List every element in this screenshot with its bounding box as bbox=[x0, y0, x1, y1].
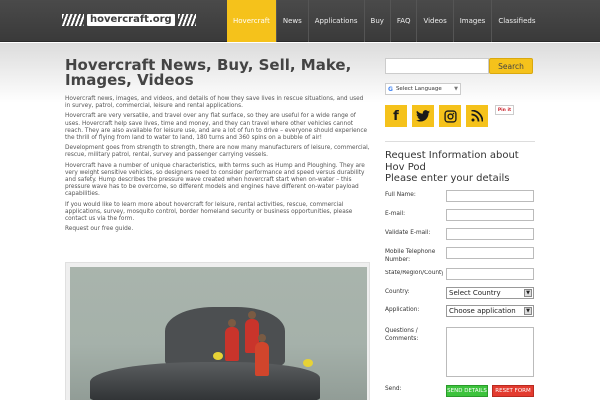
intro-paragraph: Hovercraft news, images, and videos, and… bbox=[65, 96, 364, 110]
google-translate-icon: G bbox=[388, 85, 393, 93]
nav-hovercraft[interactable]: Hovercraft bbox=[227, 0, 276, 42]
form-title-line1: Request Information about Hov Pod bbox=[385, 150, 519, 173]
application-label: Application: bbox=[385, 307, 420, 313]
sidebar: Search G Select Language ▼ f Pin it Requ… bbox=[385, 58, 535, 397]
reset-form-button[interactable]: RESET FORM bbox=[492, 385, 534, 397]
rss-icon[interactable] bbox=[466, 105, 488, 127]
nav-buy[interactable]: Buy bbox=[363, 0, 390, 42]
social-links: f Pin it bbox=[385, 105, 535, 127]
facebook-icon[interactable]: f bbox=[385, 105, 407, 127]
photo-buoy bbox=[303, 359, 313, 367]
hovercraft-photo-frame bbox=[65, 262, 370, 400]
chevron-down-icon: ▼ bbox=[454, 86, 458, 92]
logo-stripes-left bbox=[62, 14, 84, 26]
country-label: Country: bbox=[385, 289, 410, 295]
chevron-down-icon: ▼ bbox=[524, 307, 532, 315]
sidebar-divider bbox=[385, 141, 535, 142]
form-title: Request Information about Hov Pod Please… bbox=[385, 150, 535, 185]
state-field[interactable] bbox=[446, 268, 534, 280]
instagram-icon[interactable] bbox=[439, 105, 461, 127]
development-paragraph: Development goes from strength to streng… bbox=[65, 145, 370, 159]
site-logo[interactable]: hovercraft.org bbox=[62, 12, 196, 28]
full-name-label: Full Name: bbox=[385, 192, 416, 198]
nav-faq[interactable]: FAQ bbox=[389, 0, 417, 42]
top-header: hovercraft.org Hovercraft News Applicati… bbox=[0, 0, 600, 42]
logo-text: hovercraft.org bbox=[87, 14, 175, 26]
country-select-value: Select Country bbox=[449, 289, 501, 297]
nav-applications[interactable]: Applications bbox=[307, 0, 364, 42]
chevron-down-icon: ▼ bbox=[524, 289, 532, 297]
send-label: Send: bbox=[385, 386, 402, 392]
request-form: Full Name: E-mail: Validate E-mail: Mobi… bbox=[385, 190, 535, 400]
country-select[interactable]: Select Country ▼ bbox=[446, 287, 534, 299]
search-input[interactable] bbox=[385, 58, 489, 74]
email-label: E-mail: bbox=[385, 211, 406, 217]
logo-stripes-right bbox=[177, 14, 196, 26]
photo-rescuer bbox=[225, 319, 239, 361]
full-name-field[interactable] bbox=[446, 190, 534, 202]
application-select-value: Choose application bbox=[449, 307, 516, 315]
language-selector[interactable]: G Select Language ▼ bbox=[385, 83, 461, 95]
main-content: Hovercraft News, Buy, Sell, Make, Images… bbox=[65, 58, 370, 236]
free-guide-text: Request our free guide. bbox=[65, 226, 134, 233]
nav-classifieds[interactable]: Classifieds bbox=[491, 0, 541, 42]
photo-rescuer bbox=[255, 334, 269, 376]
page-title: Hovercraft News, Buy, Sell, Make, Images… bbox=[65, 56, 352, 89]
hovercraft-rescue-photo[interactable] bbox=[70, 267, 367, 400]
contact-paragraph: If you would like to learn more about ho… bbox=[65, 201, 353, 223]
mobile-label: Mobile Telephone Number: bbox=[385, 249, 436, 263]
application-select[interactable]: Choose application ▼ bbox=[446, 305, 534, 317]
nav-videos[interactable]: Videos bbox=[416, 0, 452, 42]
questions-textarea[interactable] bbox=[446, 327, 534, 377]
email-field[interactable] bbox=[446, 209, 534, 221]
photo-craft-hull bbox=[90, 362, 320, 400]
mobile-field[interactable] bbox=[446, 247, 534, 259]
nav-news[interactable]: News bbox=[275, 0, 308, 42]
validate-email-label: Validate E-mail: bbox=[385, 230, 431, 236]
state-label: State/Region/County: bbox=[385, 270, 443, 276]
search-bar: Search bbox=[385, 58, 535, 74]
pinterest-pin-button[interactable]: Pin it bbox=[495, 105, 514, 115]
characteristics-paragraph: Hovercraft have a number of unique chara… bbox=[65, 162, 365, 198]
questions-label: Questions / Comments: bbox=[385, 328, 419, 342]
photo-buoy bbox=[213, 352, 223, 360]
validate-email-field[interactable] bbox=[446, 228, 534, 240]
form-title-line2: Please enter your details bbox=[385, 173, 510, 184]
twitter-icon[interactable] bbox=[412, 105, 434, 127]
search-button[interactable]: Search bbox=[489, 58, 533, 74]
versatility-paragraph: Hovercraft are very versatile, and trave… bbox=[65, 113, 368, 142]
main-nav: Hovercraft News Applications Buy FAQ Vid… bbox=[227, 0, 541, 42]
nav-images[interactable]: Images bbox=[452, 0, 492, 42]
language-label: Select Language bbox=[395, 86, 442, 92]
send-details-button[interactable]: SEND DETAILS bbox=[446, 385, 488, 397]
